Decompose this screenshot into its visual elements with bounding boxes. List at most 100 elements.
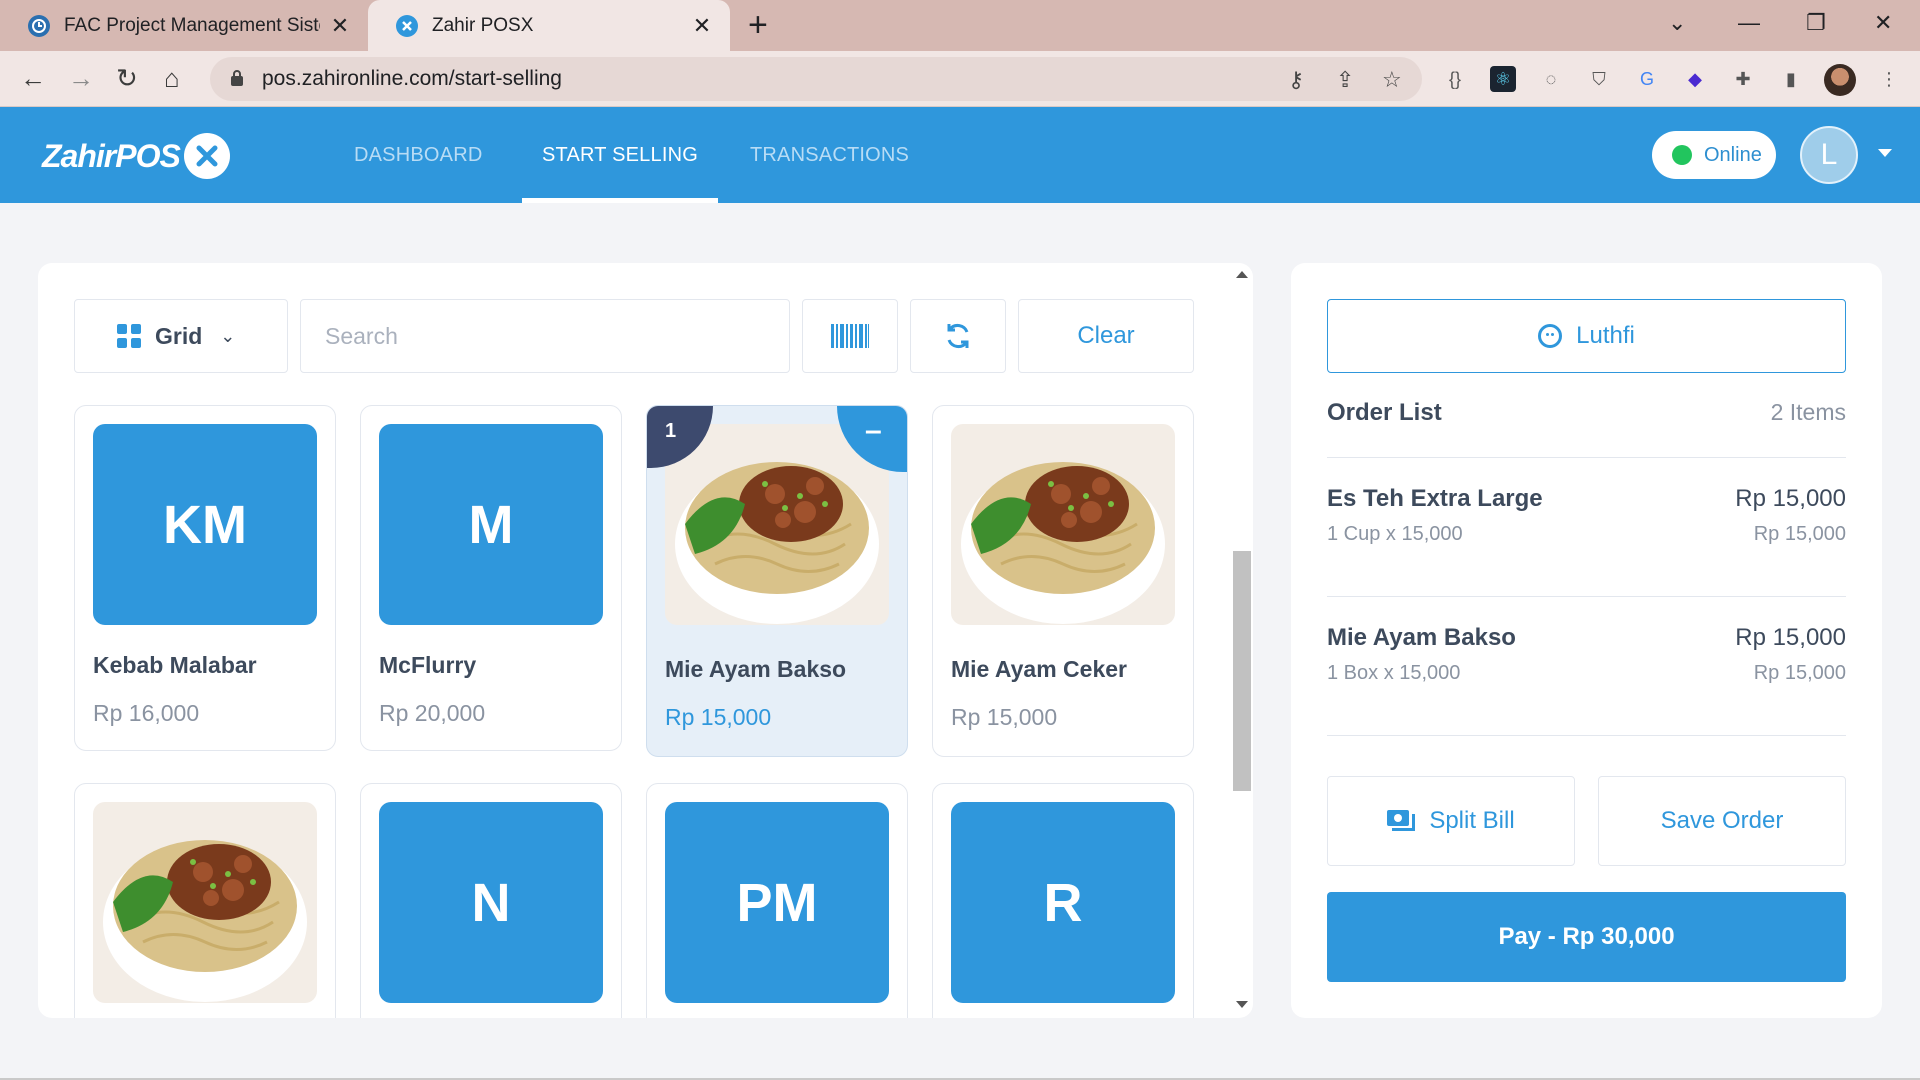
product-thumbnail: R <box>951 802 1175 1003</box>
order-list-title: Order List <box>1327 399 1442 426</box>
customer-name: Luthfi <box>1576 322 1635 349</box>
pay-button[interactable]: Pay - Rp 30,000 <box>1327 892 1846 982</box>
diamond-extension-icon[interactable]: ◆ <box>1682 66 1708 92</box>
scroll-up-arrow[interactable] <box>1236 271 1248 278</box>
reload-icon[interactable]: ↻ <box>116 63 138 93</box>
logo-text: ZahirPOS <box>42 137 181 174</box>
status-text: Online <box>1704 143 1762 166</box>
nav-transactions[interactable]: TRANSACTIONS <box>750 107 909 203</box>
json-extension-icon[interactable]: {} <box>1442 66 1468 92</box>
product-card[interactable]: KM Kebab Malabar Rp 16,000 <box>74 405 336 751</box>
product-thumbnail: M <box>379 424 603 625</box>
product-name: Mie Ayam Bakso <box>665 656 847 682</box>
zahir-logo-icon <box>396 14 418 37</box>
chevron-down-icon: ⌄ <box>220 325 236 346</box>
url-text: pos.zahironline.com/start-selling <box>262 67 562 90</box>
nav-dashboard[interactable]: DASHBOARD <box>354 107 483 203</box>
barcode-icon <box>831 324 869 348</box>
star-icon[interactable]: ☆ <box>1382 67 1402 93</box>
puzzle-icon[interactable]: ✚ <box>1730 66 1756 92</box>
zahir-pos-logo[interactable]: ZahirPOS <box>42 133 230 179</box>
noodle-bowl-image <box>951 424 1175 625</box>
grid-icon <box>117 324 141 348</box>
product-price: Rp 20,000 <box>379 700 486 726</box>
app-header: ZahirPOS DASHBOARD START SELLING TRANSAC… <box>0 107 1920 203</box>
order-item-detail: 1 Cup x 15,000 <box>1327 523 1463 545</box>
product-thumbnail: PM <box>665 802 889 1003</box>
user-avatar[interactable]: L <box>1800 126 1858 184</box>
divider <box>1327 457 1846 458</box>
tab-search-icon[interactable]: ⌄ <box>1668 10 1686 36</box>
minimize-icon[interactable]: — <box>1738 10 1760 36</box>
menu-dots-icon[interactable]: ⋮ <box>1876 66 1902 92</box>
product-name: Mie Ayam Ceker <box>951 656 1127 682</box>
customer-button[interactable]: Luthfi <box>1327 299 1846 373</box>
split-bill-button[interactable]: Split Bill <box>1327 776 1575 866</box>
scroll-down-arrow[interactable] <box>1236 1001 1248 1008</box>
side-panel-icon[interactable]: ▮ <box>1778 66 1804 92</box>
product-card[interactable]: M McFlurry Rp 20,000 <box>360 405 622 751</box>
order-item-name: Es Teh Extra Large <box>1327 485 1543 512</box>
browser-tabstrip: FAC Project Management Sistem ✕ Zahir PO… <box>0 0 1920 51</box>
status-dot <box>1672 145 1692 165</box>
product-card[interactable]: R <box>932 783 1194 1018</box>
view-mode-dropdown[interactable]: Grid ⌄ <box>74 299 288 373</box>
divider <box>1327 596 1846 597</box>
product-thumbnail: KM <box>93 424 317 625</box>
refresh-button[interactable] <box>910 299 1006 373</box>
restore-icon[interactable]: ❐ <box>1806 10 1826 36</box>
tab-title: Zahir POSX <box>432 14 534 36</box>
order-item-subtotal: Rp 15,000 <box>1753 523 1846 545</box>
back-icon[interactable]: ← <box>20 63 46 93</box>
key-icon[interactable]: ⚷ <box>1288 67 1304 93</box>
forward-icon[interactable]: → <box>68 63 94 93</box>
share-icon[interactable]: ⇪ <box>1336 67 1354 93</box>
scrollbar-thumb[interactable] <box>1233 551 1251 791</box>
order-item-total: Rp 15,000 <box>1735 624 1846 651</box>
order-item-detail: 1 Box x 15,000 <box>1327 662 1461 684</box>
nav-start-selling[interactable]: START SELLING <box>522 107 718 203</box>
product-name: Kebab Malabar <box>93 652 257 678</box>
translate-icon[interactable]: G <box>1634 66 1660 92</box>
close-tab-icon[interactable]: ✕ <box>692 13 712 39</box>
product-name: McFlurry <box>379 652 477 678</box>
close-tab-icon[interactable]: ✕ <box>330 13 350 39</box>
react-devtools-icon[interactable]: ⚛ <box>1490 66 1516 92</box>
shield-icon[interactable]: ⛉ <box>1586 66 1612 92</box>
noodle-bowl-image <box>93 802 317 1003</box>
product-price: Rp 15,000 <box>665 704 772 730</box>
clock-icon <box>28 14 50 37</box>
address-bar[interactable]: pos.zahironline.com/start-selling ⚷ ⇪ ☆ <box>210 57 1422 101</box>
logo-x-icon <box>183 133 230 179</box>
order-item-count: 2 Items <box>1770 399 1846 425</box>
home-icon[interactable]: ⌂ <box>164 63 180 93</box>
refresh-icon <box>947 324 969 348</box>
product-price: Rp 15,000 <box>951 704 1058 730</box>
product-card[interactable]: N <box>360 783 622 1018</box>
smiley-face-icon <box>1538 324 1563 348</box>
order-item-name: Mie Ayam Bakso <box>1327 624 1516 651</box>
tab-title: FAC Project Management Sistem <box>64 14 320 36</box>
clear-button[interactable]: Clear <box>1018 299 1194 373</box>
product-price: Rp 16,000 <box>93 700 200 726</box>
order-panel: Luthfi Order List 2 Items Es Teh Extra L… <box>1291 263 1882 1018</box>
save-order-button[interactable]: Save Order <box>1598 776 1846 866</box>
browser-tab-fac[interactable]: FAC Project Management Sistem ✕ <box>0 0 368 51</box>
divider <box>1327 735 1846 736</box>
browser-tab-zahir[interactable]: Zahir POSX ✕ <box>368 0 730 51</box>
product-card[interactable]: Mie Ayam Ceker Rp 15,000 <box>932 405 1194 757</box>
profile-avatar[interactable] <box>1824 64 1856 96</box>
search-input[interactable] <box>300 299 790 373</box>
close-window-icon[interactable]: ✕ <box>1874 10 1892 36</box>
product-card[interactable]: PM <box>646 783 908 1018</box>
order-item-total: Rp 15,000 <box>1735 485 1846 512</box>
new-tab-icon[interactable]: + <box>748 8 768 42</box>
product-card-selected[interactable]: 1 – Mie Ayam Bakso Rp 15,000 <box>646 405 908 757</box>
noodle-bowl-image <box>665 424 889 625</box>
chevron-down-icon[interactable] <box>1878 149 1892 157</box>
barcode-scan-button[interactable] <box>802 299 898 373</box>
view-mode-label: Grid <box>155 322 203 349</box>
product-thumbnail: N <box>379 802 603 1003</box>
extension-dots-icon[interactable]: ◌ <box>1538 66 1564 92</box>
product-card[interactable] <box>74 783 336 1018</box>
